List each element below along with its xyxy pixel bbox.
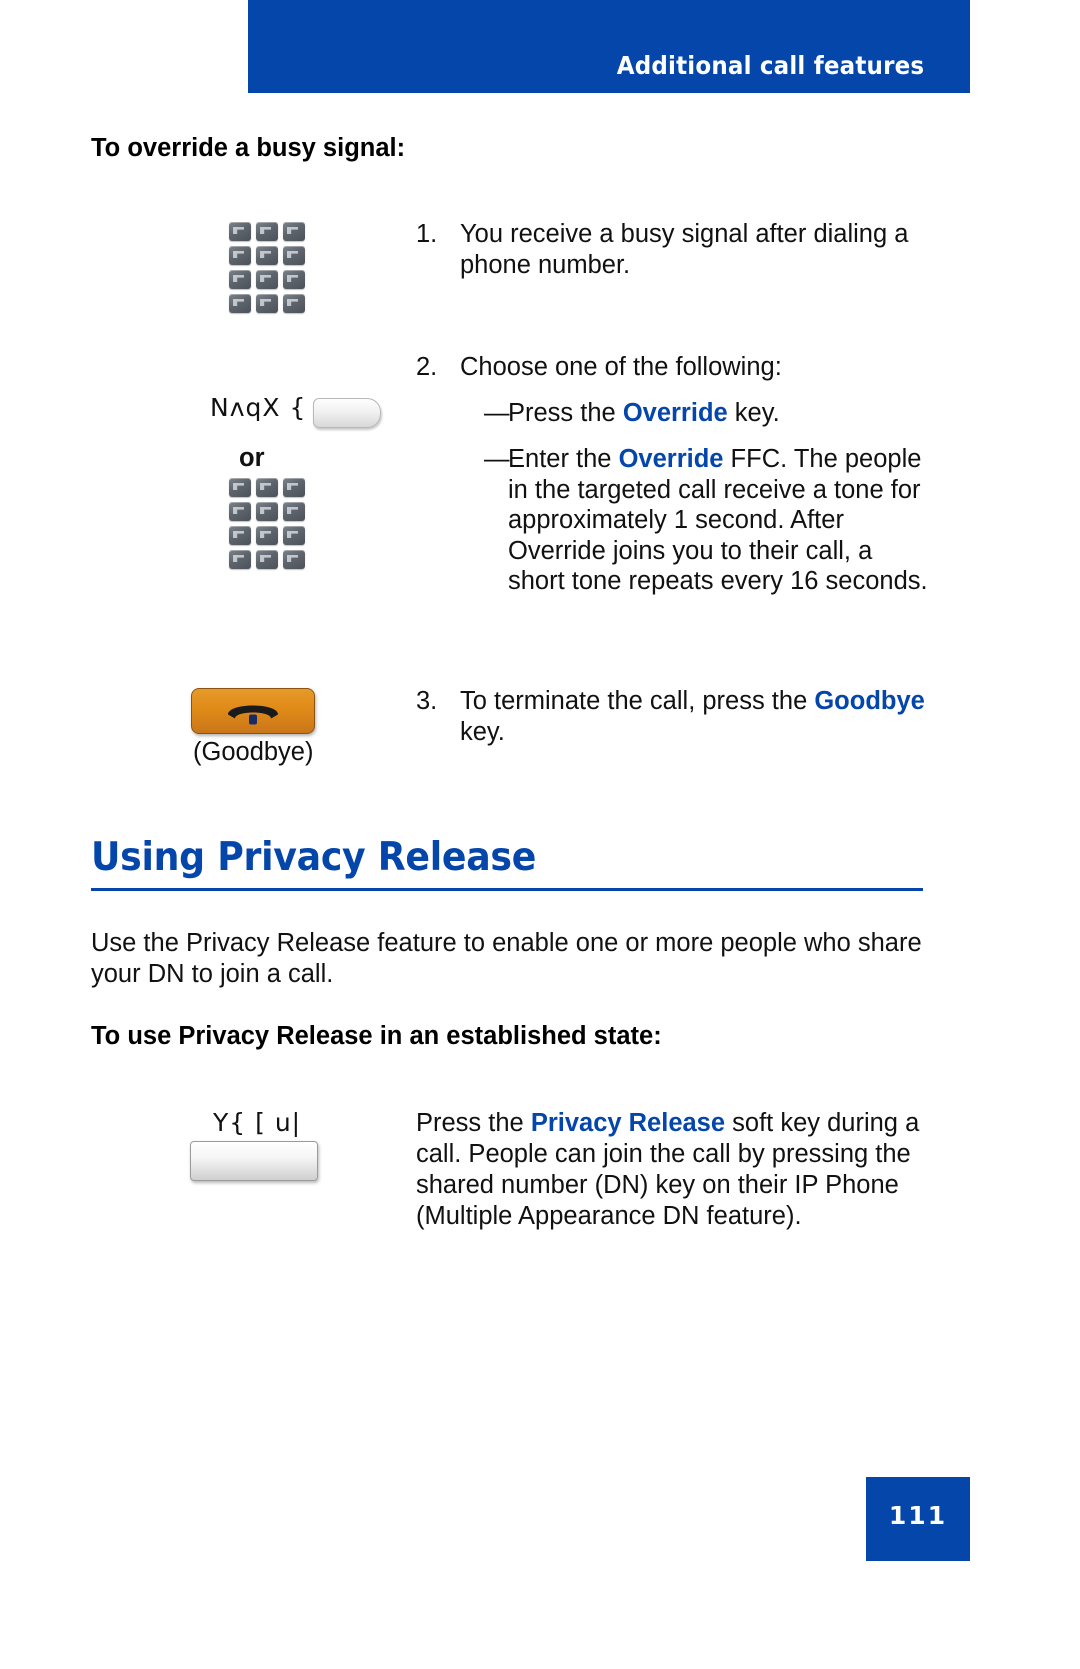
dialpad-key	[256, 526, 278, 545]
step-3-number: 3.	[416, 687, 438, 715]
keyword-privacy-release: Privacy Release	[530, 1109, 726, 1137]
bullet-text-before: Press the	[508, 399, 623, 427]
dialpad-key	[256, 502, 278, 521]
softkey-button-icon[interactable]	[313, 398, 381, 428]
step-1: 1. You receive a busy signal after diali…	[416, 219, 926, 280]
dialpad-key	[283, 550, 305, 569]
step-3-text-after: key.	[460, 717, 505, 746]
softkey-glyph-label-override: NʌqX {	[210, 393, 307, 422]
dialpad-key	[256, 246, 278, 265]
dialpad-key	[283, 270, 305, 289]
handset-down-icon	[228, 705, 278, 725]
bullet-text-after: key.	[727, 399, 780, 427]
section-title: Using Privacy Release	[91, 835, 537, 880]
dialpad-key	[283, 526, 305, 545]
privacy-intro-paragraph: Use the Privacy Release feature to enabl…	[91, 929, 922, 988]
page-content: To override a busy signal: 1. You receiv…	[0, 0, 1080, 1669]
dialpad-key	[229, 270, 251, 289]
dialpad-key	[229, 478, 251, 497]
step-3-text: To terminate the call, press the Goodbye…	[460, 686, 926, 747]
bullet-text-before: Enter the	[508, 445, 619, 473]
privacy-release-softkey[interactable]	[190, 1141, 318, 1181]
dialpad-key	[283, 294, 305, 313]
privacy-subheading: To use Privacy Release in an established…	[91, 1022, 662, 1050]
dialpad-key	[283, 246, 305, 265]
step-2: 2. Choose one of the following:	[416, 352, 926, 383]
privacy-instruction: Press the Privacy Release soft key durin…	[416, 1108, 931, 1232]
bullet-press-override: — Press the Override key.	[416, 398, 928, 429]
page-number: 111	[888, 1501, 948, 1530]
privacy-release-section-heading: Using Privacy Release	[91, 835, 923, 891]
dialpad-key	[256, 478, 278, 497]
dialpad-key	[283, 222, 305, 241]
goodbye-key-icon[interactable]	[191, 688, 315, 734]
softkey-glyph-label-privacy: Y{ [ u|	[213, 1108, 302, 1137]
bullet-text: Press the Override key.	[508, 398, 928, 429]
step-1-text: You receive a busy signal after dialing …	[460, 220, 909, 279]
softkey-bar-icon[interactable]	[190, 1141, 318, 1181]
step-3-text-before: To terminate the call, press the	[460, 687, 815, 715]
step-2-number: 2.	[416, 353, 438, 381]
dialpad-key	[283, 502, 305, 521]
override-heading: To override a busy signal:	[91, 134, 406, 162]
privacy-instruction-before: Press the	[416, 1109, 531, 1137]
bullet-enter-override-ffc: — Enter the Override FFC. The people in …	[416, 444, 928, 597]
step-3: 3. To terminate the call, press the Good…	[416, 686, 926, 747]
dialpad-key	[283, 478, 305, 497]
keyword-goodbye: Goodbye	[814, 687, 925, 715]
dialpad-key	[256, 294, 278, 313]
goodbye-key-wrap[interactable]	[191, 688, 315, 734]
dialpad-key	[229, 502, 251, 521]
keyword-override: Override	[622, 399, 728, 427]
dialpad-key	[229, 222, 251, 241]
dialpad-key	[256, 270, 278, 289]
bullet-text: Enter the Override FFC. The people in th…	[508, 444, 928, 597]
dialpad-key	[229, 294, 251, 313]
dialpad-icon-ffc	[229, 478, 305, 569]
page-number-box: 111	[866, 1477, 970, 1561]
dialpad-key	[229, 550, 251, 569]
or-label: or	[239, 444, 265, 472]
dialpad-icon	[229, 222, 305, 313]
dialpad-key	[256, 222, 278, 241]
step-1-number: 1.	[416, 220, 438, 248]
goodbye-key-label: (Goodbye)	[193, 738, 314, 766]
dialpad-key	[256, 550, 278, 569]
bullet-dash: —	[484, 399, 510, 427]
bullet-dash: —	[484, 445, 510, 473]
keyword-override: Override	[618, 445, 724, 473]
dialpad-icon-step1	[229, 222, 305, 313]
dialpad-key	[229, 526, 251, 545]
dialpad-key	[229, 246, 251, 265]
section-underline	[91, 888, 923, 891]
softkey-override[interactable]	[313, 398, 381, 428]
dialpad-icon	[229, 478, 305, 569]
step-2-text: Choose one of the following:	[460, 353, 782, 381]
